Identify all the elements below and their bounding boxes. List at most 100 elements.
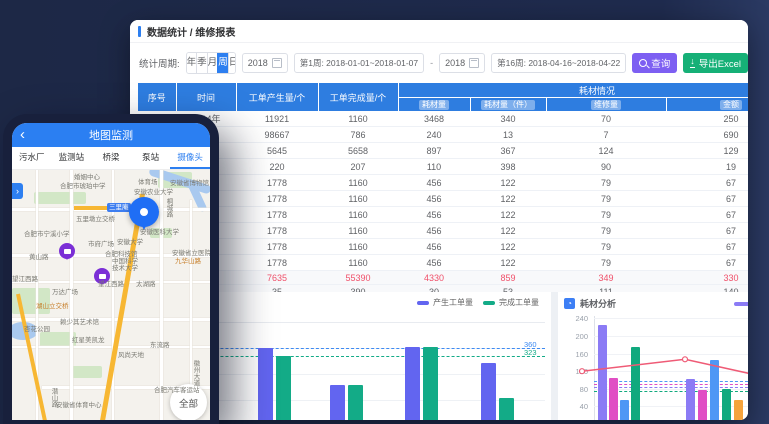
y-tick-label: 160 xyxy=(564,350,588,359)
map[interactable]: 三里庵 › 全部 婚姻中心合肥市琥珀中学体育场安徽农业大学安徽省博物馆桐城路五里… xyxy=(12,170,210,420)
period-option[interactable]: 周 xyxy=(217,53,228,73)
map-label: 九华山路 xyxy=(175,258,201,265)
camera-pin[interactable] xyxy=(59,243,75,259)
bar-完成工单量 xyxy=(348,385,363,420)
period-label: 统计周期: xyxy=(139,56,180,70)
map-road xyxy=(12,346,210,348)
map-label: 安徽医科大学 xyxy=(140,229,179,236)
table-row: 合计7635553904330859349330 xyxy=(138,271,748,285)
consumables-chart: ◔ 耗材分析 2402001601208040 xyxy=(558,292,748,420)
bar xyxy=(631,347,640,420)
period-option[interactable]: 日 xyxy=(228,53,236,73)
export-excel-button[interactable]: ↓ 导出Excel xyxy=(683,53,748,73)
table-row: 298667786240137690 xyxy=(138,127,748,143)
report-table: 序号 时间 工单产生量/个 工单完成量/个 耗材情况 耗材量 耗材量（件） 维修… xyxy=(138,83,748,299)
tab-桥梁[interactable]: 桥梁 xyxy=(91,147,131,169)
col-header-index: 序号 xyxy=(138,83,176,111)
range-separator: - xyxy=(430,58,433,68)
table-row: 10177811604561227967 xyxy=(138,255,748,271)
app-bar: ‹ 地图监测 xyxy=(12,123,210,147)
map-label: 桐城路 xyxy=(165,198,172,218)
year-start-select[interactable]: 2018 xyxy=(242,53,288,73)
tab-泵站[interactable]: 泵站 xyxy=(131,147,171,169)
sub-header: 耗材量 xyxy=(398,98,470,112)
legend-item[interactable]: 完成工单量 xyxy=(483,297,539,308)
map-label: 安徽省立医院 xyxy=(172,250,210,257)
tab-摄像头[interactable]: 摄像头 xyxy=(170,147,210,169)
legend-pill-clipped[interactable] xyxy=(734,302,748,306)
legend-item[interactable]: 产生工单量 xyxy=(417,297,473,308)
tab-污水厂[interactable]: 污水厂 xyxy=(12,147,52,169)
period-option[interactable]: 月 xyxy=(207,53,218,73)
map-label: 中国科学技术大学 xyxy=(112,258,142,272)
pie-chart-icon: ◔ xyxy=(564,298,575,309)
gridline xyxy=(594,318,748,319)
bar xyxy=(609,378,618,420)
breadcrumb-bar: 数据统计 / 维修报表 xyxy=(130,20,748,43)
y-tick-label: 120 xyxy=(564,367,588,376)
map-label: 赖少其艺术馆 xyxy=(60,319,99,326)
map-label: 湖山立交桥 xyxy=(36,303,69,310)
map-label: 太湖路 xyxy=(136,281,156,288)
gridline xyxy=(594,336,748,337)
phone-mockup: ‹ 地图监测 污水厂监测站桥梁泵站摄像头 xyxy=(3,114,219,424)
gridline xyxy=(594,371,748,372)
bar xyxy=(686,379,695,420)
y-tick-label: 40 xyxy=(564,402,588,411)
app-title: 地图监测 xyxy=(89,127,133,143)
map-label: 合肥汽车客运站 xyxy=(154,387,200,394)
sub-header: 耗材量（件） xyxy=(470,98,546,112)
table-row: 5177811604561227967 xyxy=(138,175,748,191)
period-segmented-control: 年季月周日 xyxy=(186,52,236,74)
week-end-input[interactable]: 第16周: 2018-04-16~2018-04-22 xyxy=(491,53,626,73)
y-tick-label: 200 xyxy=(564,332,588,341)
tab-监测站[interactable]: 监测站 xyxy=(52,147,92,169)
back-button[interactable]: ‹ xyxy=(20,124,25,146)
panel-expander-button[interactable]: › xyxy=(12,183,23,199)
map-label: 安徽省博物馆 xyxy=(170,180,209,187)
bar xyxy=(620,400,629,420)
map-label: 杏花公园 xyxy=(24,326,50,333)
col-header-time: 时间 xyxy=(176,83,236,111)
phone-screen: ‹ 地图监测 污水厂监测站桥梁泵站摄像头 xyxy=(12,123,210,420)
map-label: 安徽农业大学 xyxy=(134,189,173,196)
group-header-consumables: 耗材情况 xyxy=(398,83,748,98)
bar xyxy=(598,325,607,420)
tab-bar: 污水厂监测站桥梁泵站摄像头 xyxy=(12,147,210,170)
map-park xyxy=(34,192,86,204)
sub-header: 维修量 xyxy=(546,98,666,112)
bar-完成工单量 xyxy=(276,356,291,420)
col-header-created: 工单产生量/个 xyxy=(236,83,318,111)
search-button[interactable]: 查询 xyxy=(632,53,677,73)
bar xyxy=(734,400,743,420)
map-park xyxy=(72,366,102,378)
filter-bar: 统计周期: 年季月周日 2018 第1周: 2018-01-01~2018-01… xyxy=(139,43,748,82)
table-row: 42202071103989019 xyxy=(138,159,748,175)
bar-完成工单量 xyxy=(423,347,438,420)
bar-产生工单量 xyxy=(481,363,496,420)
breadcrumb: 数据统计 / 维修报表 xyxy=(147,24,235,39)
week-start-input[interactable]: 第1周: 2018-01-01~2018-01-07 xyxy=(294,53,424,73)
chart-legend: 产生工单量完成工单量 xyxy=(417,297,539,308)
y-axis xyxy=(594,316,595,420)
selected-location-pin[interactable] xyxy=(129,197,159,227)
period-option[interactable]: 季 xyxy=(196,53,207,73)
map-label: 安徽省体育中心 xyxy=(56,402,102,409)
map-label: 体育场 xyxy=(138,179,158,186)
map-label: 安徽大学 xyxy=(117,239,143,246)
bar-产生工单量 xyxy=(258,348,273,420)
map-label: 合肥市宁溪小学 xyxy=(24,231,70,238)
table-row: 9177811604561227967 xyxy=(138,239,748,255)
year-end-select[interactable]: 2018 xyxy=(439,53,485,73)
dashboard-card: 数据统计 / 维修报表 统计周期: 年季月周日 2018 第1周: 2018-0… xyxy=(130,20,748,420)
y-tick-label: 240 xyxy=(564,314,588,323)
map-label: 合肥市琥珀中学 xyxy=(60,183,106,190)
search-icon xyxy=(639,59,647,67)
map-label: 望江西路 xyxy=(12,276,38,283)
period-option[interactable]: 年 xyxy=(187,53,197,73)
map-label: 红星美凯龙 xyxy=(72,337,105,344)
map-area-chip: 三里庵 xyxy=(107,203,131,212)
map-label: 市府广场 xyxy=(88,241,114,248)
bar-产生工单量 xyxy=(330,385,345,420)
map-label: 合肥科技馆 xyxy=(105,251,138,258)
